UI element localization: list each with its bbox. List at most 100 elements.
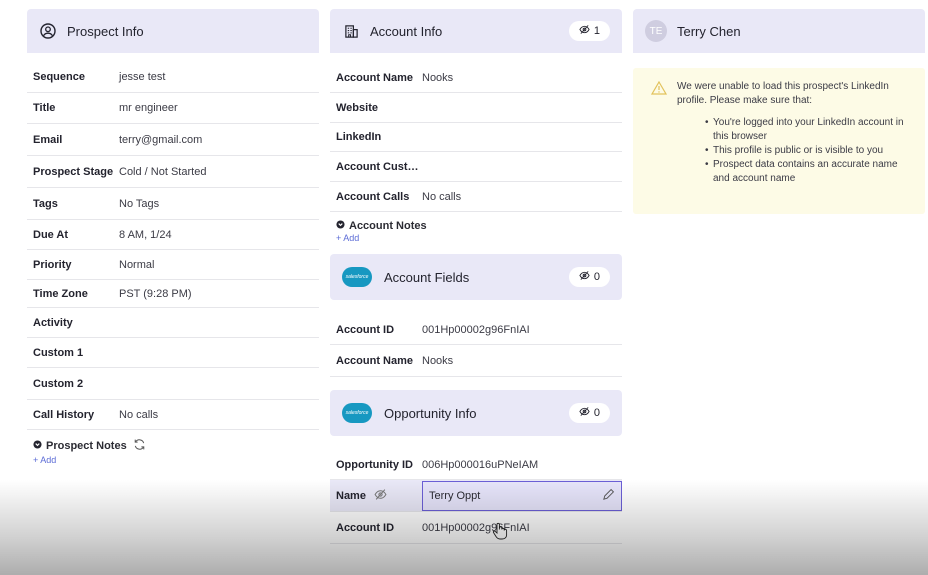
field-row-time-zone[interactable]: Time Zone PST (9:28 PM) <box>27 280 319 308</box>
field-row-account-name[interactable]: Account Name Nooks <box>330 63 622 93</box>
field-label: Time Zone <box>33 287 88 300</box>
field-label: Custom 1 <box>33 346 84 359</box>
linkedin-header[interactable]: TE Terry Chen <box>633 9 925 53</box>
hand-cursor-icon <box>492 522 508 543</box>
hidden-count: 1 <box>593 25 600 37</box>
field-row-account-calls[interactable]: Account Calls No calls <box>330 182 622 212</box>
account-fields-header[interactable]: salesforce Account Fields 0 <box>330 254 622 300</box>
prospect-info-panel: Prospect Info Sequence jesse test Title … <box>27 9 319 465</box>
field-row-website[interactable]: Website <box>330 93 622 123</box>
field-label: Opportunity ID <box>336 458 413 471</box>
field-label: Account ID <box>336 521 395 534</box>
refresh-icon[interactable] <box>133 438 146 454</box>
avatar: TE <box>645 20 667 42</box>
field-label: Priority <box>33 258 72 271</box>
field-label: Account ID <box>336 323 395 336</box>
field-row-due-at[interactable]: Due At 8 AM, 1/24 <box>27 220 319 250</box>
field-label: Title <box>33 102 56 114</box>
field-row-email[interactable]: Email terry@gmail.com <box>27 124 319 156</box>
opportunity-name-input[interactable]: Terry Oppt <box>422 480 622 511</box>
notes-marker-icon <box>33 440 42 452</box>
field-label: Website <box>336 101 378 114</box>
field-row-sf-account-id[interactable]: Account ID 001Hp00002g96FnIAI <box>330 315 622 345</box>
field-value: Cold / Not Started <box>119 165 207 178</box>
field-value: Nooks <box>422 354 454 367</box>
hidden-count: 0 <box>593 407 600 419</box>
field-value: terry@gmail.com <box>119 133 203 146</box>
field-row-opportunity-name[interactable]: Name Terry Oppt <box>330 480 622 512</box>
warning-icon <box>650 80 668 186</box>
account-notes: Account Notes + Add <box>330 212 622 254</box>
field-value: 006Hp000016uPNeIAM <box>422 458 539 471</box>
opportunity-info-header[interactable]: salesforce Opportunity Info 0 <box>330 390 622 436</box>
field-row-sf-account-name[interactable]: Account Name Nooks <box>330 345 622 377</box>
salesforce-logo: salesforce <box>342 267 372 287</box>
hidden-fields-badge[interactable]: 1 <box>568 21 610 41</box>
notes-marker-icon <box>336 220 345 232</box>
field-label: Activity <box>33 316 73 329</box>
field-value: No Tags <box>119 197 160 210</box>
eye-off-icon <box>579 406 590 420</box>
field-label: Account Custo... <box>336 160 422 173</box>
field-row-opportunity-account-id[interactable]: Account ID 001Hp00002g96FnIAI <box>330 512 622 544</box>
prospect-info-header[interactable]: Prospect Info <box>27 9 319 53</box>
field-label: Account Calls <box>336 190 410 203</box>
field-label: Custom 2 <box>33 377 84 390</box>
field-row-title[interactable]: Title mr engineer <box>27 93 319 124</box>
field-value: PST (9:28 PM) <box>119 287 192 300</box>
hidden-count: 0 <box>593 271 600 283</box>
field-label: Account Name <box>336 71 414 84</box>
field-label: Prospect Stage <box>33 165 114 178</box>
warning-list-item: You're logged into your LinkedIn account… <box>705 116 911 144</box>
opportunity-info-title: Opportunity Info <box>384 405 477 421</box>
field-value: Nooks <box>422 71 454 84</box>
field-label: Name <box>336 489 366 502</box>
account-info-title: Account Info <box>370 23 443 39</box>
hidden-fields-badge[interactable]: 0 <box>568 403 610 423</box>
field-row-custom-2[interactable]: Custom 2 <box>27 368 319 400</box>
warning-message: We were unable to load this prospect's L… <box>677 81 889 106</box>
eye-off-icon[interactable] <box>374 488 387 504</box>
warning-list-item: This profile is public or is visible to … <box>705 144 911 158</box>
prospect-notes: Prospect Notes + Add <box>27 430 319 465</box>
field-label: Due At <box>33 228 69 241</box>
field-value: 001Hp00002g96FnIAI <box>422 323 530 336</box>
eye-off-icon <box>579 270 590 284</box>
field-row-tags[interactable]: Tags No Tags <box>27 188 319 220</box>
salesforce-logo: salesforce <box>342 403 372 423</box>
field-row-account-custom[interactable]: Account Custo... <box>330 152 622 182</box>
field-row-custom-1[interactable]: Custom 1 <box>27 338 319 368</box>
account-notes-title: Account Notes <box>349 220 427 232</box>
building-icon <box>342 22 360 40</box>
field-row-sequence[interactable]: Sequence jesse test <box>27 62 319 93</box>
field-value: Normal <box>119 258 155 271</box>
warning-list: You're logged into your LinkedIn account… <box>705 116 911 186</box>
field-row-linkedin[interactable]: LinkedIn <box>330 123 622 152</box>
add-account-note-link[interactable]: + Add <box>336 233 616 243</box>
account-info-header[interactable]: Account Info 1 <box>330 9 622 53</box>
field-label: LinkedIn <box>336 131 382 143</box>
prospect-info-title: Prospect Info <box>67 23 144 39</box>
add-prospect-note-link[interactable]: + Add <box>33 455 313 465</box>
field-row-priority[interactable]: Priority Normal <box>27 250 319 280</box>
field-row-call-history[interactable]: Call History No calls <box>27 400 319 430</box>
field-label: Account Name <box>336 354 414 367</box>
hidden-fields-badge[interactable]: 0 <box>568 267 610 287</box>
field-label: Call History <box>33 408 95 421</box>
field-row-prospect-stage[interactable]: Prospect Stage Cold / Not Started <box>27 156 319 188</box>
warning-list-item: Prospect data contains an accurate name … <box>705 158 911 186</box>
pencil-icon[interactable] <box>602 488 615 504</box>
field-value: mr engineer <box>119 102 178 114</box>
field-row-activity[interactable]: Activity <box>27 308 319 338</box>
field-value: No calls <box>422 190 462 203</box>
field-value: 8 AM, 1/24 <box>119 228 172 241</box>
linkedin-warning: We were unable to load this prospect's L… <box>633 68 925 214</box>
prospect-notes-title: Prospect Notes <box>46 440 127 452</box>
field-row-opportunity-id[interactable]: Opportunity ID 006Hp000016uPNeIAM <box>330 450 622 480</box>
eye-off-icon <box>579 24 590 38</box>
field-value: jesse test <box>119 71 166 83</box>
prospect-name: Terry Chen <box>677 23 741 39</box>
account-column: Account Info 1 Account Name Nooks Websit… <box>330 9 622 544</box>
field-label-wrap: Name <box>330 488 422 504</box>
field-value: No calls <box>119 408 159 421</box>
